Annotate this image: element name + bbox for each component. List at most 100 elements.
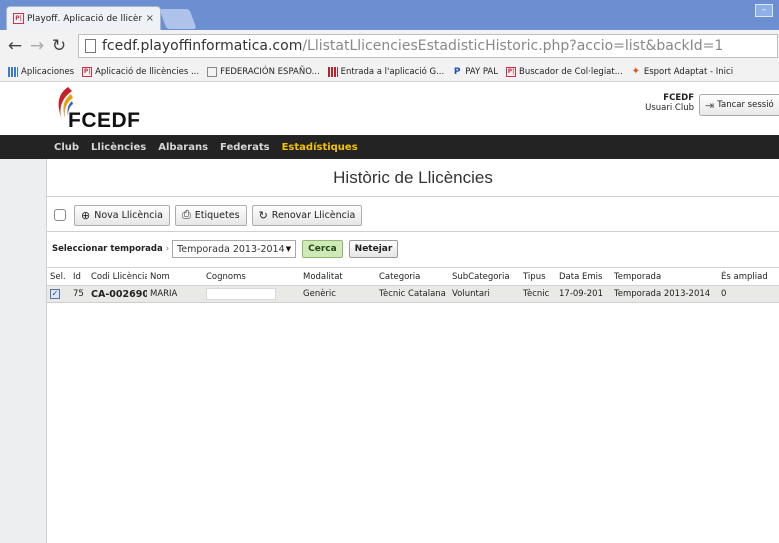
user-org: FCEDF xyxy=(663,93,694,103)
column-header[interactable]: Nom xyxy=(147,267,203,286)
bookmark-label: PAY PAL xyxy=(465,66,498,77)
reload-icon[interactable]: ↻ xyxy=(50,36,68,56)
column-header[interactable]: És ampliad xyxy=(718,267,779,286)
renew-license-button[interactable]: ↻ Renovar Llicència xyxy=(251,204,363,226)
season-filter: Seleccionar temporada › Temporada 2013-2… xyxy=(52,239,404,259)
logout-door-icon: ⇥ xyxy=(705,98,715,112)
url-host: fcedf.playoffinformatica.com xyxy=(102,38,303,54)
column-header[interactable]: Categoria xyxy=(376,267,449,286)
bookmark-playoff-app[interactable]: P| Aplicació de llicències ... xyxy=(82,66,200,77)
bars-icon xyxy=(327,66,338,77)
window-minimize-button[interactable]: – xyxy=(755,4,773,17)
column-header[interactable]: Codi Llicència xyxy=(88,267,147,286)
new-license-button[interactable]: ⊕ Nova Llicència xyxy=(74,204,170,226)
logout-label: Tancar sessió xyxy=(717,100,774,110)
url-path: /LlistatLlicenciesEstadisticHistoric.php… xyxy=(302,38,724,54)
back-arrow-icon[interactable]: ← xyxy=(6,36,24,56)
user-role: Usuari Club xyxy=(645,103,694,113)
table-row[interactable]: ✓ 75 CA-002690 MARIA Genèric Tècnic Cata… xyxy=(47,285,779,303)
browser-navbar: ← → ↻ fcedf.playoffinformatica.com/Llist… xyxy=(0,30,779,62)
bookmark-paypal[interactable]: P PAY PAL xyxy=(452,67,498,77)
user-info: FCEDF Usuari Club xyxy=(634,93,694,113)
left-sidebar xyxy=(0,159,47,543)
column-header[interactable]: Modalitat xyxy=(300,267,376,286)
search-button[interactable]: Cerca xyxy=(302,240,343,258)
page-icon xyxy=(207,66,218,77)
forward-arrow-icon[interactable]: → xyxy=(28,36,46,56)
main-content: Històric de Llicències ⊕ Nova Llicència … xyxy=(47,159,779,543)
playoff-icon: P| xyxy=(505,66,516,77)
menu-estadistiques[interactable]: Estadístiques xyxy=(282,142,358,153)
menu-albarans[interactable]: Albarans xyxy=(158,142,208,153)
season-select-value: Temporada 2013-2014 xyxy=(177,243,285,255)
menu-llicencies[interactable]: Llicències xyxy=(91,142,146,153)
column-header[interactable]: Data Emis xyxy=(556,267,611,286)
row-select-cell[interactable]: ✓ xyxy=(47,285,70,303)
bookmark-label: Buscador de Col·legiat... xyxy=(518,66,623,77)
column-header[interactable]: Cognoms xyxy=(203,267,300,286)
bookmark-entrada[interactable]: Entrada a l'aplicació G... xyxy=(327,66,445,77)
action-toolbar: ⊕ Nova Llicència ⎙ Etiquetes ↻ Renovar L… xyxy=(54,204,367,226)
bookmark-esport-adaptat[interactable]: ✦ Esport Adaptat - Inici xyxy=(631,65,734,77)
esport-icon: ✦ xyxy=(631,65,641,77)
apps-grid-icon xyxy=(8,66,18,77)
playoff-favicon-icon: P| xyxy=(13,13,24,24)
column-header[interactable]: Temporada xyxy=(611,267,718,286)
chevron-right-icon: › xyxy=(165,244,170,254)
licenses-table: Sel. Id Codi Llicència Nom Cognoms Modal… xyxy=(47,267,779,303)
bookmarks-bar: Aplicaciones P| Aplicació de llicències .… xyxy=(0,62,779,82)
labels-label: Etiquetes xyxy=(194,209,240,221)
select-all-checkbox[interactable] xyxy=(54,209,66,221)
printer-icon: ⎙ xyxy=(181,208,191,221)
bookmark-label: Entrada a l'aplicació G... xyxy=(340,66,445,77)
bookmark-label: Esport Adaptat - Inici xyxy=(643,66,734,77)
table-header-row: Sel. Id Codi Llicència Nom Cognoms Modal… xyxy=(47,267,779,286)
page-icon xyxy=(85,39,96,53)
cell-nom: MARIA xyxy=(147,285,203,303)
site-header: FCEDF FCEDF Usuari Club ⇥ Tancar sessió xyxy=(0,83,779,135)
fcedf-logo[interactable]: FCEDF xyxy=(50,84,160,134)
paypal-icon: P xyxy=(453,66,461,77)
bookmark-federacion[interactable]: FEDERACIÓN ESPAÑO... xyxy=(207,66,320,77)
cell-data: 17-09-201 xyxy=(556,285,611,303)
address-bar[interactable]: fcedf.playoffinformatica.com/LlistatLlic… xyxy=(78,34,778,58)
bookmark-label: Aplicació de llicències ... xyxy=(95,66,200,77)
dropdown-arrow-icon: ▼ xyxy=(285,245,292,253)
new-tab-button[interactable] xyxy=(159,9,197,29)
cell-ampliada: 0 xyxy=(718,285,779,303)
column-header[interactable]: Sel. xyxy=(47,267,70,286)
bookmark-buscador[interactable]: P| Buscador de Col·legiat... xyxy=(505,66,623,77)
bookmark-apps[interactable]: Aplicaciones xyxy=(8,66,75,77)
season-select[interactable]: Temporada 2013-2014 ▼ xyxy=(172,240,297,258)
plus-circle-icon: ⊕ xyxy=(81,208,91,222)
cell-tipus: Tècnic xyxy=(520,285,556,303)
column-header[interactable]: Tipus xyxy=(520,267,556,286)
cell-code[interactable]: CA-002690 xyxy=(88,285,147,303)
browser-tabstrip: P| Playoff. Aplicació de llicència × – xyxy=(0,0,779,30)
column-header[interactable]: Id xyxy=(70,267,88,286)
cell-categoria: Tècnic Catalana xyxy=(376,285,449,303)
tab-close-icon[interactable]: × xyxy=(146,13,154,24)
cognoms-value xyxy=(206,288,276,300)
page-title: Històric de Llicències xyxy=(333,168,493,187)
logo-text: FCEDF xyxy=(68,109,141,132)
logout-button[interactable]: ⇥ Tancar sessió xyxy=(699,94,779,116)
menu-club[interactable]: Club xyxy=(54,142,79,153)
refresh-icon: ↻ xyxy=(258,208,268,222)
cell-id: 75 xyxy=(70,285,88,303)
row-checkbox[interactable]: ✓ xyxy=(50,289,60,299)
renew-license-label: Renovar Llicència xyxy=(271,209,356,221)
labels-button[interactable]: ⎙ Etiquetes xyxy=(174,204,247,226)
season-filter-label: Seleccionar temporada xyxy=(52,244,163,254)
bookmark-label: Aplicaciones xyxy=(21,66,75,77)
cell-subcategoria: Voluntari xyxy=(449,285,520,303)
clear-button[interactable]: Netejar xyxy=(348,240,399,258)
menu-federats[interactable]: Federats xyxy=(220,142,270,153)
cell-temporada: Temporada 2013-2014 xyxy=(611,285,718,303)
main-menu: Club Llicències Albarans Federats Estadí… xyxy=(0,135,779,159)
divider xyxy=(47,196,779,197)
browser-tab[interactable]: P| Playoff. Aplicació de llicència × xyxy=(6,6,161,30)
bookmark-label: FEDERACIÓN ESPAÑO... xyxy=(220,66,320,77)
new-license-label: Nova Llicència xyxy=(94,209,163,221)
column-header[interactable]: SubCategoria xyxy=(449,267,520,286)
